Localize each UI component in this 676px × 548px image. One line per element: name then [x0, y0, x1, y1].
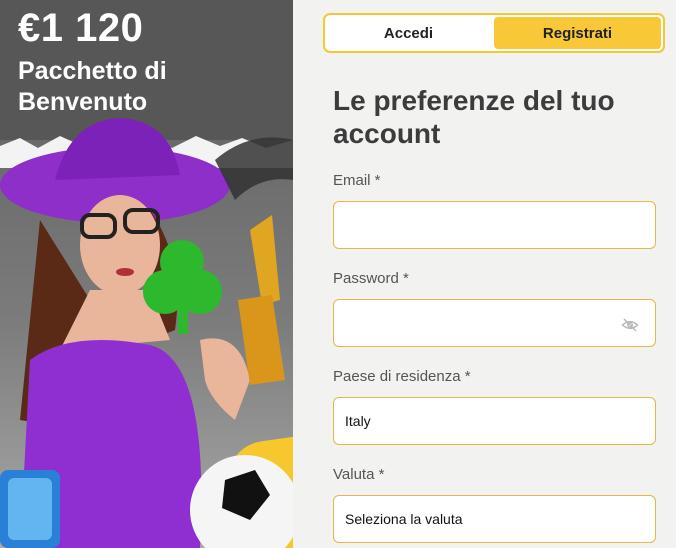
currency-label: Valuta *: [333, 466, 385, 483]
promo-amount: €1 120: [18, 6, 144, 50]
country-label: Paese di residenza *: [333, 368, 471, 385]
password-field[interactable]: [333, 299, 656, 347]
currency-select[interactable]: Seleziona la valuta: [333, 495, 656, 543]
promo-panel: €1 120 Pacchetto di Benvenuto: [0, 0, 293, 548]
promo-subtitle: Pacchetto di Benvenuto: [18, 57, 167, 116]
email-label: Email *: [333, 172, 381, 189]
tab-register[interactable]: Registrati: [494, 17, 661, 49]
tab-login[interactable]: Accedi: [325, 15, 492, 51]
registration-form: Accedi Registrati Le preferenze del tuo …: [293, 0, 676, 548]
page-title: Le preferenze del tuo account: [333, 85, 615, 149]
country-select[interactable]: Italy: [333, 397, 656, 445]
eye-off-icon[interactable]: [621, 316, 639, 334]
email-field[interactable]: [333, 201, 656, 249]
auth-tabs: Accedi Registrati: [323, 13, 665, 53]
password-label: Password *: [333, 270, 409, 287]
